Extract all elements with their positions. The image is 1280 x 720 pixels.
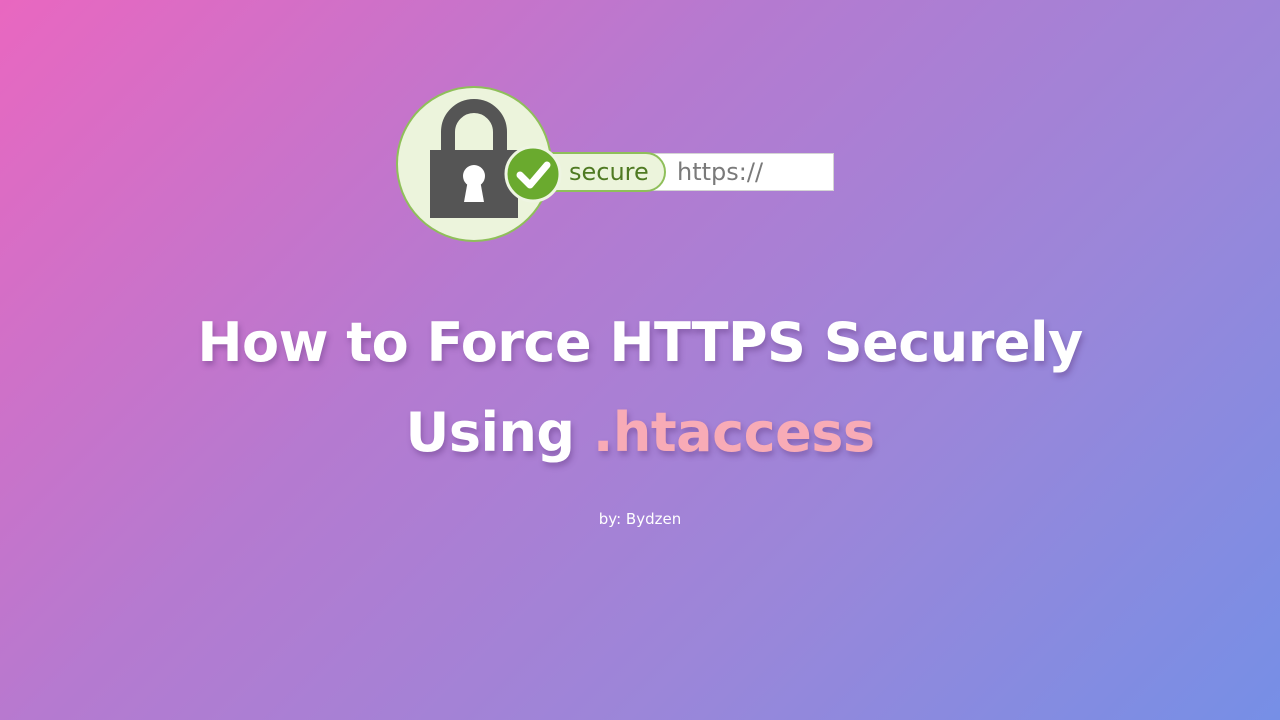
title-line-2-prefix: Using [405, 401, 593, 464]
url-text: https:// [677, 158, 764, 186]
checkmark-icon [504, 145, 562, 203]
author-byline: by: Bydzen [598, 510, 682, 528]
ssl-secure-badge: secure https:// [396, 86, 836, 242]
title-line-2: Using .htaccess [0, 388, 1280, 478]
title-accent: .htaccess [592, 401, 875, 464]
secure-label: secure [569, 158, 649, 186]
page-title: How to Force HTTPS Securely Using .htacc… [0, 298, 1280, 478]
title-line-1: How to Force HTTPS Securely [197, 311, 1083, 374]
